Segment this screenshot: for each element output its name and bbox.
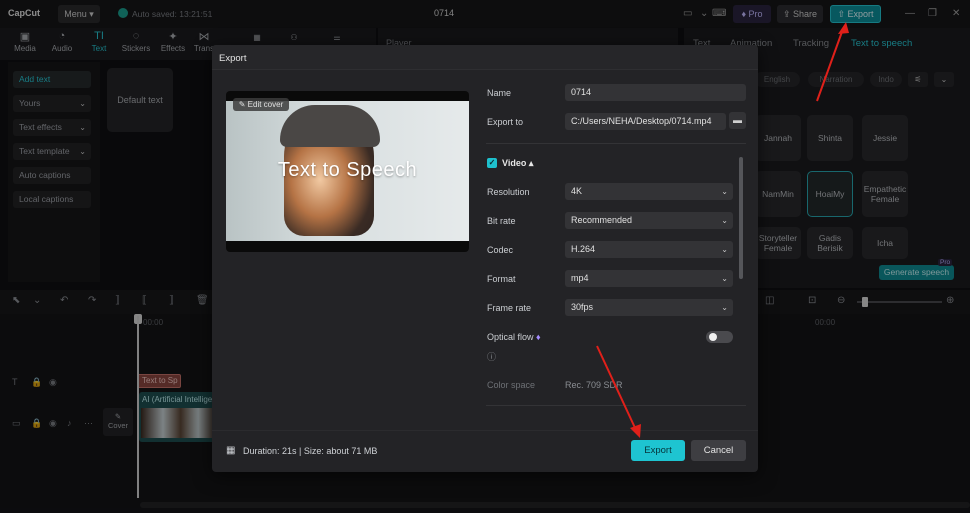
arrow-head-bottom [630,424,641,438]
arrow-to-top-export [816,28,844,102]
arrow-to-dialog-export [596,345,637,431]
annotation-arrows [596,22,849,438]
arrow-head-top [838,22,849,34]
